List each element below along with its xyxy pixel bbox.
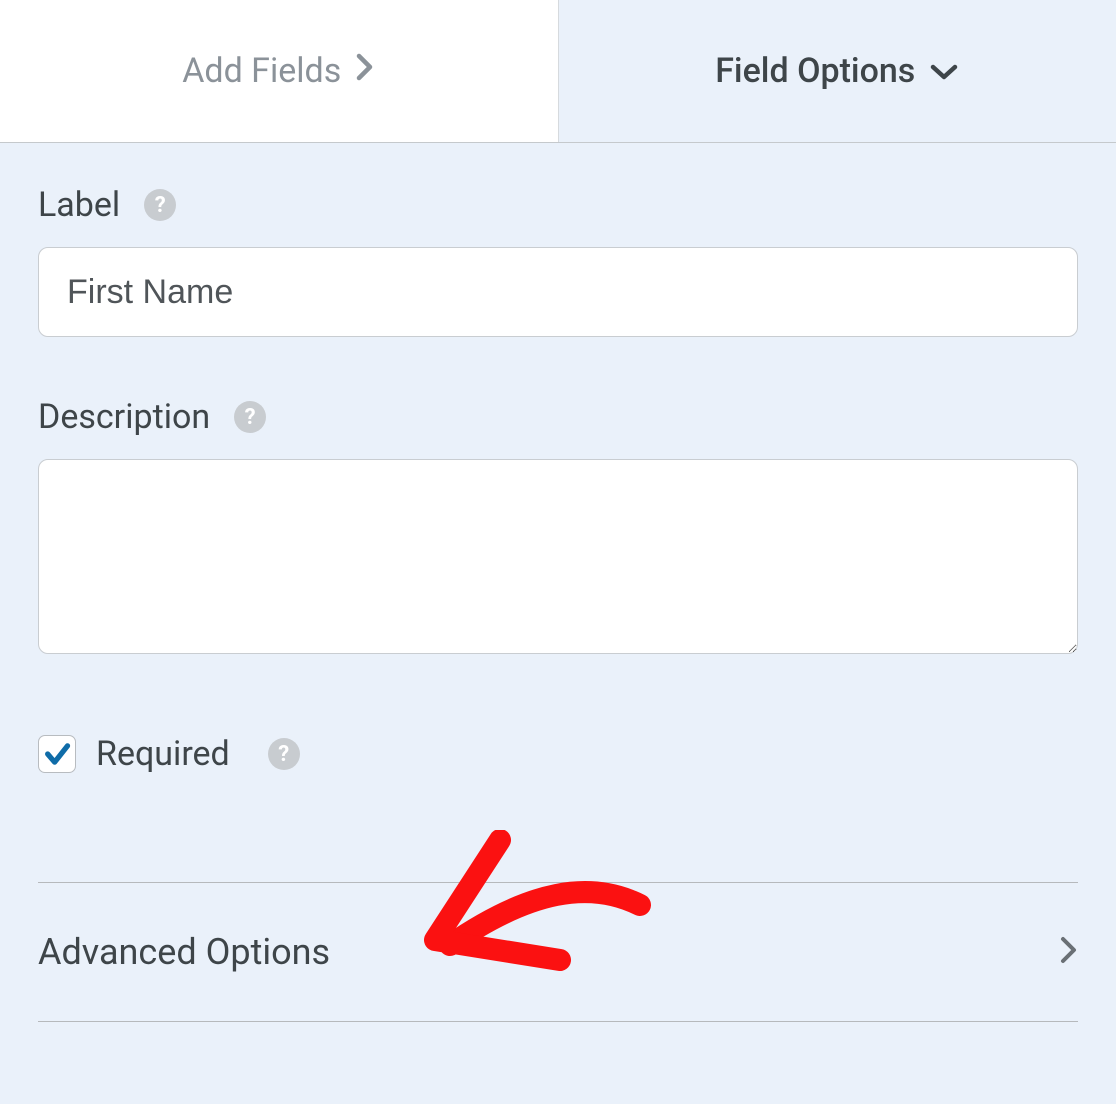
chevron-right-icon xyxy=(355,51,375,91)
tabs-container: Add Fields Field Options xyxy=(0,0,1116,143)
chevron-down-icon xyxy=(929,51,959,91)
check-icon xyxy=(43,740,71,768)
required-checkbox[interactable] xyxy=(38,735,76,773)
chevron-right-icon xyxy=(1060,935,1078,969)
label-heading: Label xyxy=(38,185,120,225)
tab-field-options[interactable]: Field Options xyxy=(559,0,1116,142)
help-icon[interactable]: ? xyxy=(144,189,176,221)
tab-add-fields-label: Add Fields xyxy=(182,51,341,91)
label-input[interactable] xyxy=(38,247,1078,337)
description-input[interactable] xyxy=(38,459,1078,654)
description-heading: Description xyxy=(38,397,210,437)
description-heading-row: Description ? xyxy=(38,397,1078,437)
tab-add-fields[interactable]: Add Fields xyxy=(0,0,559,142)
help-icon[interactable]: ? xyxy=(268,738,300,770)
label-heading-row: Label ? xyxy=(38,185,1078,225)
field-options-panel: Label ? Description ? Required ? Advance… xyxy=(0,143,1116,1022)
help-icon[interactable]: ? xyxy=(234,401,266,433)
advanced-options-toggle[interactable]: Advanced Options xyxy=(38,882,1078,1022)
advanced-options-title: Advanced Options xyxy=(38,931,330,973)
required-label: Required xyxy=(96,734,230,774)
required-row: Required ? xyxy=(38,734,1078,774)
tab-field-options-label: Field Options xyxy=(715,51,915,91)
